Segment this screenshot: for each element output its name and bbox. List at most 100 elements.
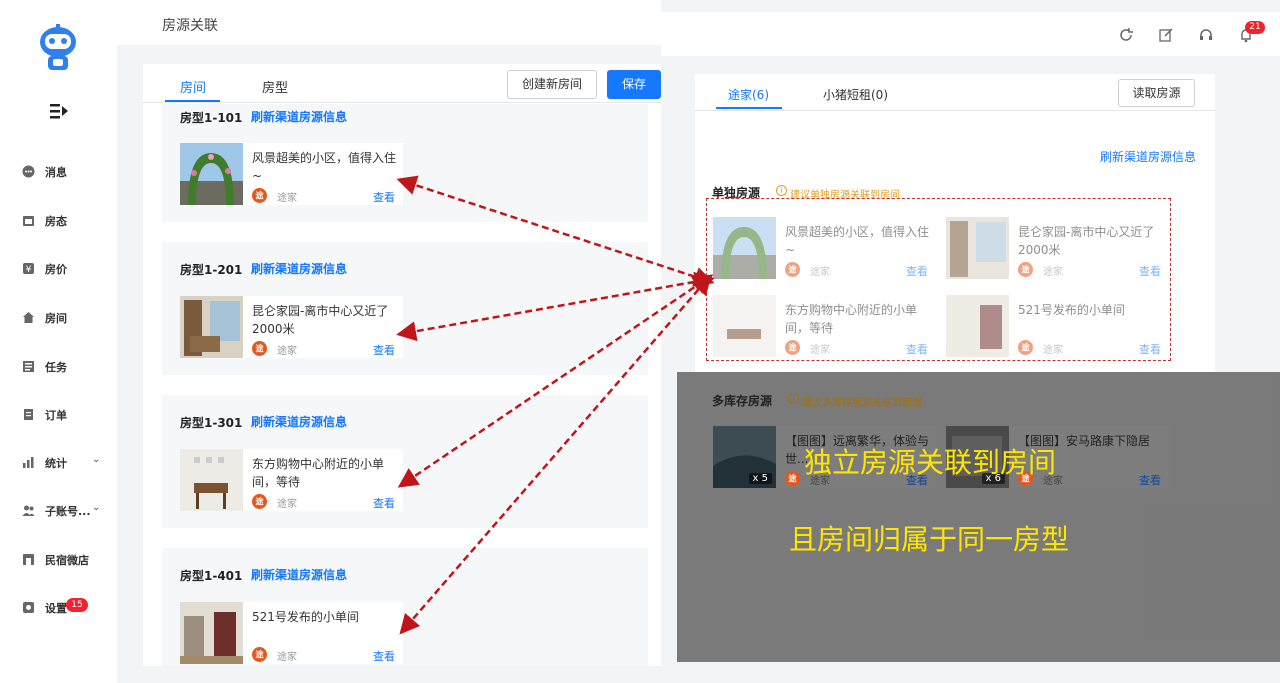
listing-title: 昆仑家园-离市中心又近了2000米 — [252, 304, 389, 336]
tujia-logo-icon: 途 — [1018, 340, 1033, 355]
listing-thumbnail — [180, 449, 243, 511]
save-button[interactable]: 保存 — [607, 70, 661, 99]
create-room-button[interactable]: 创建新房间 — [507, 70, 597, 99]
room-name: 房型1-201 — [180, 263, 243, 277]
tab-room-types[interactable]: 房型 — [262, 77, 288, 96]
order-icon — [24, 409, 33, 420]
view-link[interactable]: 查看 — [1139, 341, 1161, 357]
message-icon — [22, 165, 35, 178]
tab-xiaozhu[interactable]: 小猪短租(0) — [823, 86, 888, 103]
sidebar-item-room-price[interactable]: ¥ 房价 — [0, 257, 117, 281]
listing-card[interactable]: 风景超美的小区，值得入住~ 途 途家 查看 — [713, 217, 936, 279]
read-listings-button[interactable]: 读取房源 — [1118, 79, 1195, 107]
sidebar-item-micro-shop[interactable]: 民宿微店 — [0, 548, 117, 572]
sidebar-item-sub-accounts[interactable]: 子账号... ⌄ — [0, 499, 117, 523]
sidebar-item-label: 房间 — [45, 312, 67, 325]
listing-card[interactable]: 521号发布的小单间 途 途家 查看 — [946, 295, 1169, 357]
refresh-icon[interactable] — [1118, 27, 1134, 43]
listing-footer: 途 途家 查看 — [1018, 340, 1169, 357]
refresh-channel-link[interactable]: 刷新渠道房源信息 — [251, 566, 347, 583]
chevron-down-icon[interactable]: ⌄ — [92, 454, 100, 465]
listing-thumbnail — [180, 602, 243, 664]
listing-footer: 途 途家 查看 — [785, 340, 936, 357]
listing-card[interactable]: 521号发布的小单间 途 途家 查看 — [180, 602, 403, 664]
view-link[interactable]: 查看 — [906, 341, 928, 357]
menu-collapse-icon[interactable] — [48, 102, 70, 120]
tujia-logo-icon: 途 — [1018, 262, 1033, 277]
settings-badge: 15 — [66, 598, 88, 612]
listing-footer: 途 途家 查看 — [252, 188, 403, 205]
sidebar-item-messages[interactable]: 消息 — [0, 160, 117, 184]
refresh-channel-link[interactable]: 刷新渠道房源信息 — [251, 108, 347, 125]
top-header — [661, 12, 1280, 56]
room-name: 房型1-401 — [180, 569, 243, 583]
view-link[interactable]: 查看 — [373, 189, 395, 205]
listing-title: 521号发布的小单间 — [252, 610, 359, 624]
sidebar-item-rooms[interactable]: 房间 — [0, 306, 117, 330]
info-icon: i — [788, 393, 799, 404]
sidebar-item-label: 房态 — [45, 215, 67, 228]
view-link[interactable]: 查看 — [373, 342, 395, 358]
listing-thumbnail: x 5 — [713, 426, 776, 488]
headset-icon[interactable] — [1198, 27, 1214, 43]
platform-name: 途家 — [277, 499, 297, 510]
info-icon: i — [776, 185, 787, 196]
calendar-icon — [23, 216, 34, 226]
room-name: 房型1-101 — [180, 111, 243, 125]
listing-card[interactable]: 昆仑家园-离市中心又近了2000米 途 途家 查看 — [946, 217, 1169, 279]
chevron-down-icon[interactable]: ⌄ — [92, 502, 100, 513]
tujia-logo-icon: 途 — [252, 188, 267, 203]
tujia-logo-icon: 途 — [252, 341, 267, 356]
refresh-channel-link[interactable]: 刷新渠道房源信息 — [251, 413, 347, 430]
active-tab-indicator — [716, 107, 782, 109]
home-icon — [23, 312, 34, 323]
platform-name: 途家 — [810, 267, 830, 278]
sidebar-item-orders[interactable]: 订单 — [0, 403, 117, 427]
multi-listings-hint: 建议多库存房源关联到房型 — [802, 398, 922, 409]
tab-tujia[interactable]: 途家(6) — [728, 86, 769, 103]
notification-badge: 21 — [1245, 21, 1265, 34]
sidebar-item-label: 统计 — [45, 457, 67, 470]
sidebar-item-room-status[interactable]: 房态 — [0, 209, 117, 233]
view-link[interactable]: 查看 — [906, 263, 928, 279]
sidebar-item-settings[interactable]: 设置 15 — [0, 596, 117, 620]
sidebar-item-statistics[interactable]: 统计 ⌄ — [0, 451, 117, 475]
listing-title: 风景超美的小区，值得入住~ — [785, 225, 930, 257]
listing-title: 521号发布的小单间 — [1018, 303, 1125, 317]
listing-card[interactable]: 风景超美的小区，值得入住~ 途 途家 查看 — [180, 143, 403, 205]
sidebar-item-label: 民宿微店 — [45, 554, 89, 567]
annotation-line-2: 且房间归属于同一房型 — [789, 523, 1070, 556]
tab-rooms[interactable]: 房间 — [180, 77, 206, 96]
sidebar-item-tasks[interactable]: 任务 — [0, 355, 117, 379]
price-icon: ¥ — [23, 263, 34, 275]
shop-icon — [23, 554, 34, 565]
listing-card[interactable]: 昆仑家园-离市中心又近了2000米 途 途家 查看 — [180, 296, 403, 358]
view-link[interactable]: 查看 — [1139, 263, 1161, 279]
task-icon — [23, 361, 34, 372]
refresh-channel-link[interactable]: 刷新渠道房源信息 — [251, 260, 347, 277]
platform-name: 途家 — [1043, 345, 1063, 356]
listing-title: 东方购物中心附近的小单间，等待 — [252, 457, 385, 489]
listing-title: 风景超美的小区，值得入住~ — [252, 151, 397, 183]
annotation-overlay — [677, 372, 1280, 662]
tujia-logo-icon: 途 — [252, 647, 267, 662]
room-name: 房型1-301 — [180, 416, 243, 430]
sidebar-item-label: 房价 — [45, 263, 67, 276]
view-link[interactable]: 查看 — [373, 495, 395, 511]
listing-card[interactable]: 东方购物中心附近的小单间，等待 途 途家 查看 — [180, 449, 403, 511]
view-link[interactable]: 查看 — [1139, 472, 1161, 488]
tujia-logo-icon: 途 — [252, 494, 267, 509]
view-link[interactable]: 查看 — [373, 648, 395, 664]
listing-thumbnail — [713, 217, 776, 279]
refresh-channel-link[interactable]: 刷新渠道房源信息 — [1100, 148, 1196, 165]
listing-card[interactable]: 东方购物中心附近的小单间，等待 途 途家 查看 — [713, 295, 936, 357]
listing-thumbnail — [180, 143, 243, 205]
listing-footer: 途 途家 查看 — [785, 262, 936, 279]
listing-footer: 途 途家 查看 — [252, 494, 403, 511]
chart-icon — [23, 457, 34, 468]
edit-icon[interactable] — [1158, 27, 1174, 43]
listing-title: 东方购物中心附近的小单间，等待 — [785, 303, 918, 335]
platform-name: 途家 — [277, 193, 297, 204]
listing-thumbnail — [180, 296, 243, 358]
sidebar-item-label: 子账号... — [45, 505, 91, 518]
